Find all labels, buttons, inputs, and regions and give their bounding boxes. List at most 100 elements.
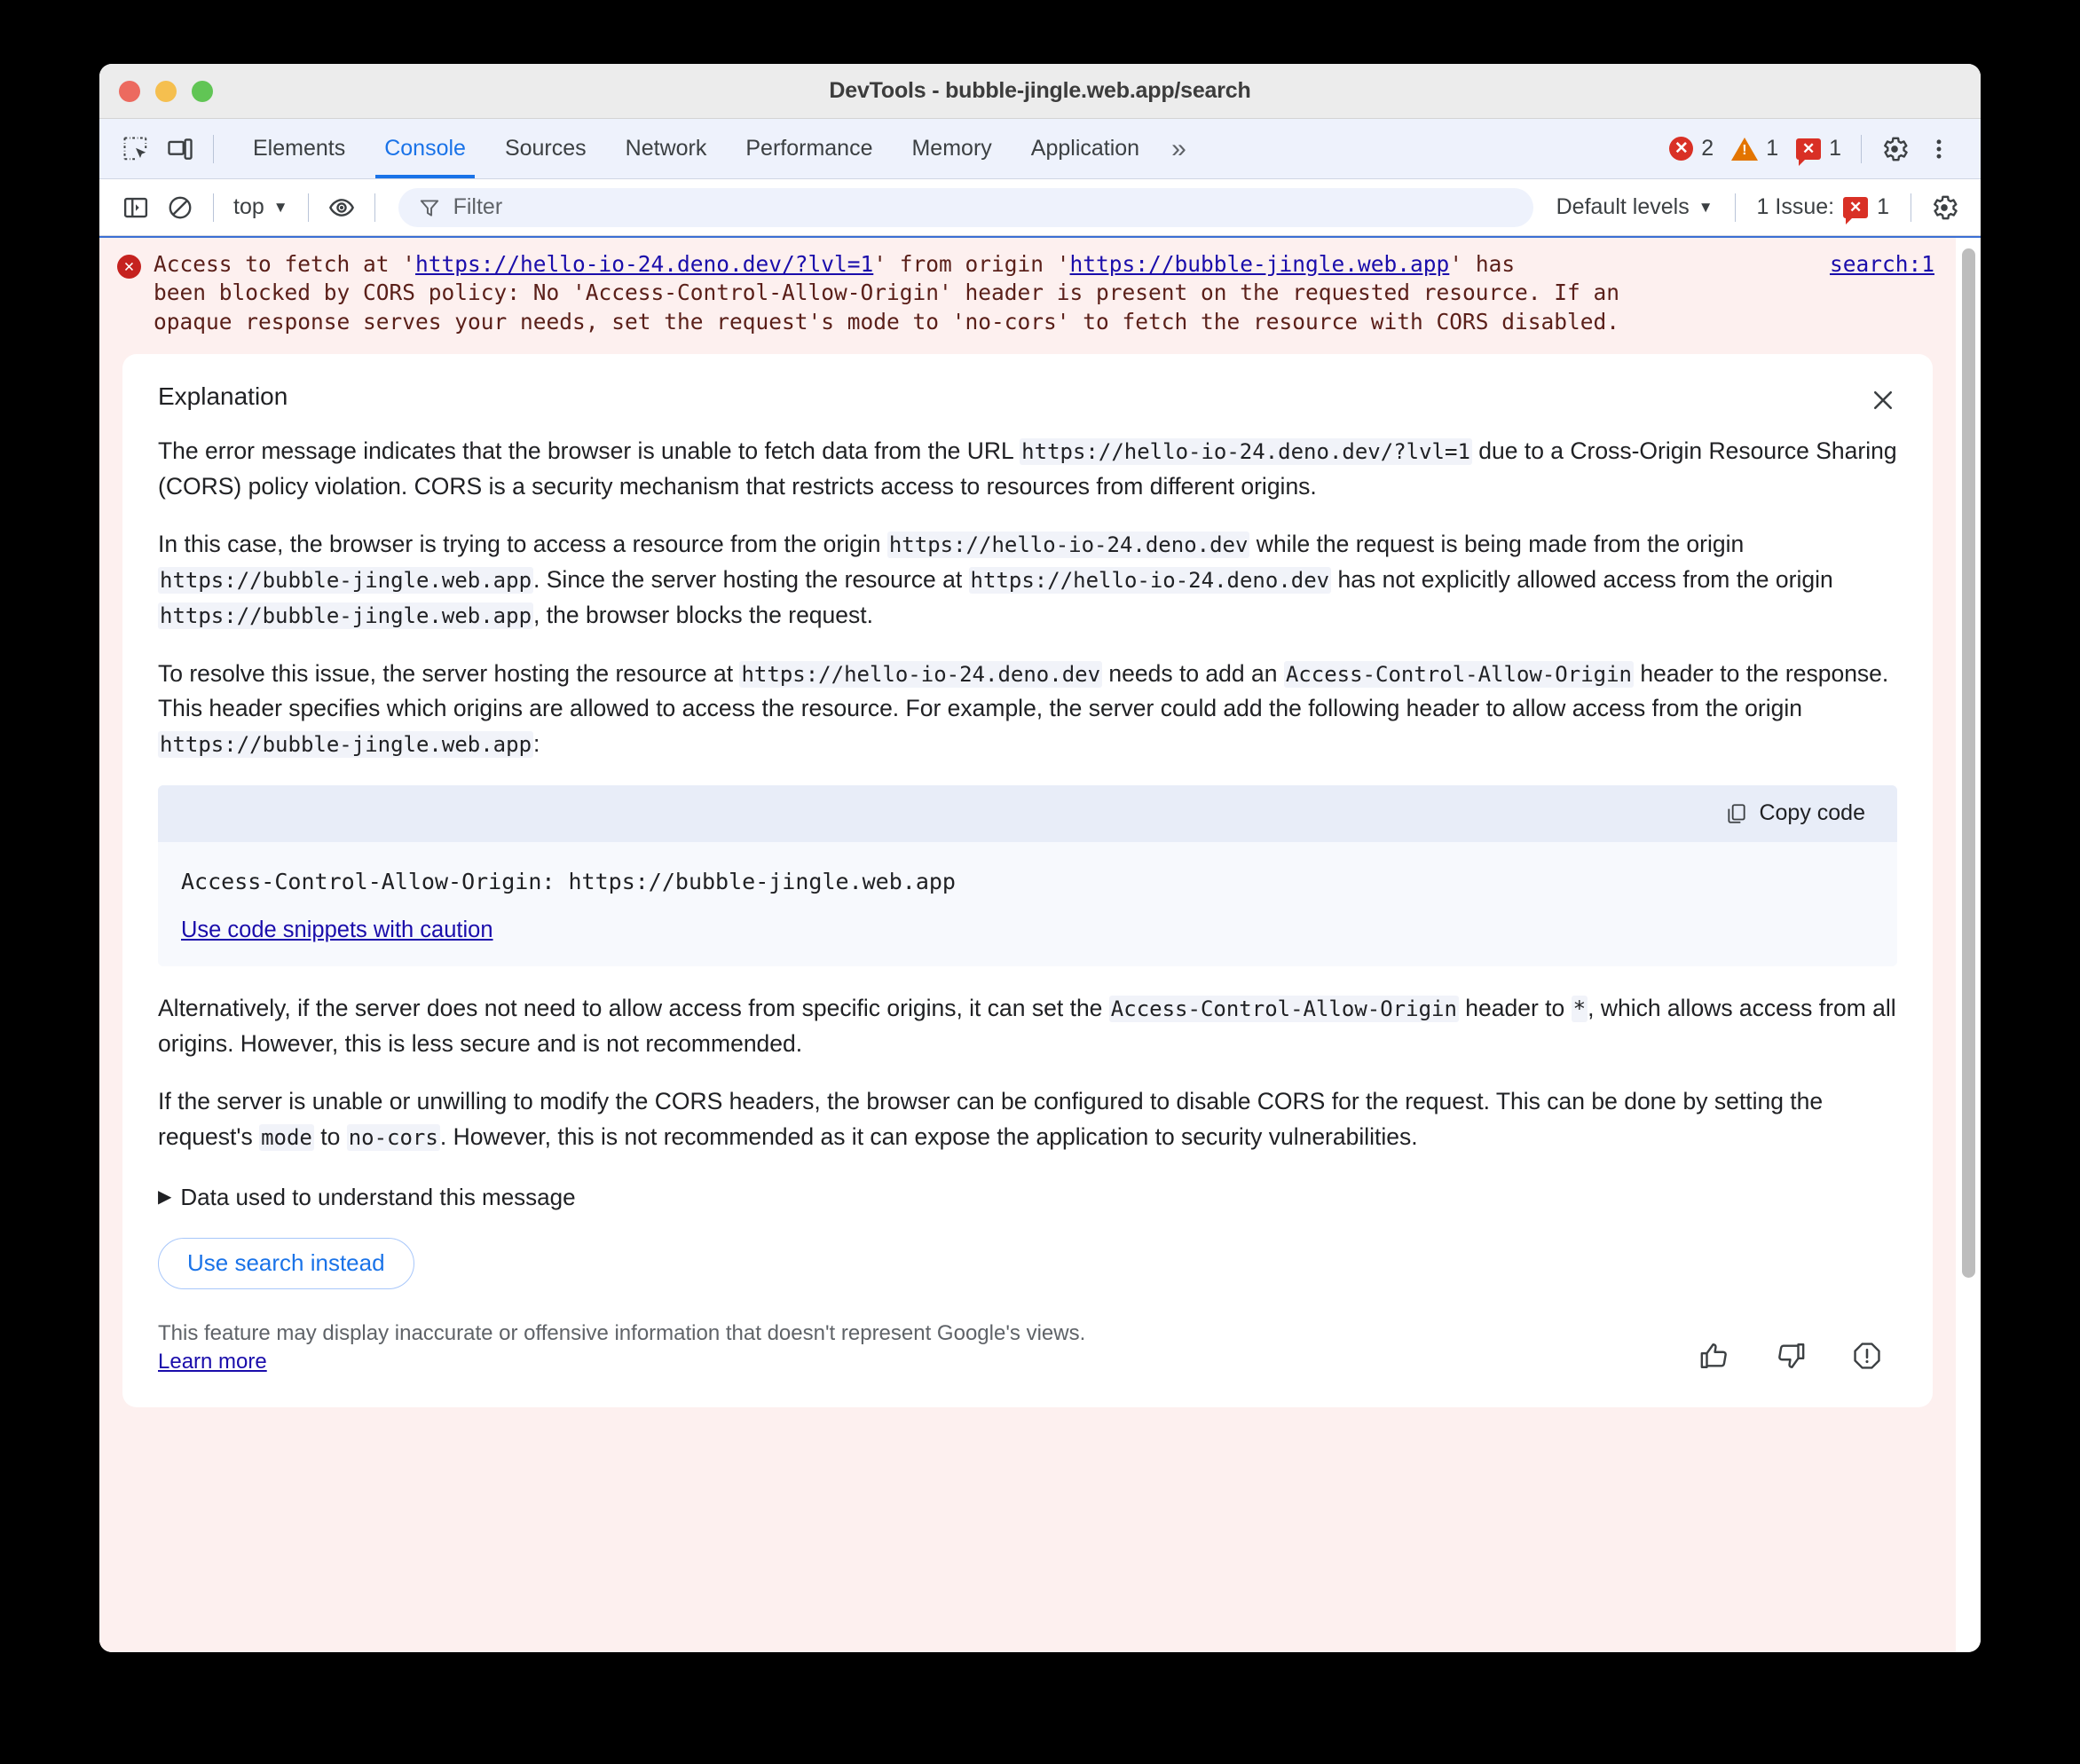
- error-line2: been blocked by CORS policy: No 'Access-…: [154, 280, 1620, 306]
- kebab-menu-icon[interactable]: [1917, 127, 1961, 171]
- p4-code-2: *: [1571, 995, 1588, 1022]
- p3-text-4: :: [533, 730, 540, 758]
- scrollbar-thumb[interactable]: [1962, 248, 1975, 1278]
- tab-sources[interactable]: Sources: [485, 119, 606, 178]
- use-search-instead-button[interactable]: Use search instead: [158, 1237, 414, 1289]
- warning-icon: [1731, 137, 1759, 161]
- explanation-paragraph-1: The error message indicates that the bro…: [158, 434, 1897, 505]
- code-block: Copy code Access-Control-Allow-Origin: h…: [158, 784, 1897, 966]
- console-error-text: Access to fetch at 'https://hello-io-24.…: [154, 250, 1940, 336]
- error-url-link-1[interactable]: https://hello-io-24.deno.dev/?lvl=1: [415, 251, 873, 277]
- issues-button[interactable]: 1 Issue: ✕ 1: [1746, 194, 1900, 224]
- data-used-label: Data used to understand this message: [180, 1183, 576, 1210]
- error-source-link[interactable]: search:1: [1830, 250, 1934, 279]
- inspect-element-icon[interactable]: [114, 127, 158, 171]
- issues-badge-count: 1: [1877, 194, 1889, 219]
- error-count-button[interactable]: ✕ 2: [1660, 136, 1722, 161]
- code-block-body: Access-Control-Allow-Origin: https://bub…: [158, 842, 1897, 966]
- warning-count-label: 1: [1766, 136, 1779, 161]
- p2-text-4: has not explicitly allowed access from t…: [1331, 566, 1833, 594]
- tab-performance[interactable]: Performance: [726, 119, 892, 178]
- explanation-paragraph-2: In this case, the browser is trying to a…: [158, 527, 1897, 633]
- console-sidebar-icon[interactable]: [114, 185, 158, 230]
- chevron-down-icon: ▼: [1698, 198, 1714, 216]
- report-icon[interactable]: [1846, 1335, 1888, 1377]
- console-settings-gear-icon[interactable]: [1922, 185, 1966, 230]
- p4-code-1: Access-Control-Allow-Origin: [1108, 995, 1459, 1022]
- p2-text-2: while the request is being made from the…: [1249, 531, 1745, 558]
- p1-code-1: https://hello-io-24.deno.dev/?lvl=1: [1020, 437, 1472, 465]
- disclaimer-body: This feature may display inaccurate or o…: [158, 1320, 1086, 1345]
- p2-code-2: https://bubble-jingle.web.app: [158, 567, 534, 595]
- clear-console-icon[interactable]: [158, 185, 202, 230]
- error-line3: opaque response serves your needs, set t…: [154, 308, 1620, 335]
- p5-text-3: . However, this is not recommended as it…: [439, 1123, 1418, 1151]
- issues-label: 1 Issue:: [1756, 194, 1835, 219]
- tab-elements[interactable]: Elements: [233, 119, 365, 178]
- console-toolbar-divider-2: [307, 193, 309, 222]
- tab-memory[interactable]: Memory: [892, 119, 1011, 178]
- console-scrollbar[interactable]: [1959, 243, 1977, 1647]
- learn-more-link[interactable]: Learn more: [158, 1350, 267, 1374]
- console-toolbar-divider-4: [1734, 193, 1736, 222]
- thumb-down-icon[interactable]: [1769, 1335, 1812, 1377]
- p5-text-2: to: [313, 1123, 347, 1151]
- p2-code-4: https://bubble-jingle.web.app: [158, 602, 534, 629]
- p2-text-5: , the browser blocks the request.: [533, 601, 874, 628]
- window-titlebar: DevTools - bubble-jingle.web.app/search: [99, 64, 1981, 119]
- p1-text-1: The error message indicates that the bro…: [158, 437, 1020, 464]
- device-toolbar-icon[interactable]: [158, 127, 202, 171]
- code-snippet: Access-Control-Allow-Origin: https://bub…: [181, 868, 956, 894]
- explanation-paragraph-4: Alternatively, if the server does not ne…: [158, 991, 1897, 1062]
- p2-text-3: . Since the server hosting the resource …: [533, 566, 969, 594]
- disclaimer-text: This feature may display inaccurate or o…: [158, 1319, 1134, 1377]
- live-expression-icon[interactable]: [319, 185, 364, 230]
- issue-count-button[interactable]: ✕ 1: [1787, 136, 1850, 166]
- feedback-icons: [1693, 1335, 1897, 1377]
- gear-icon[interactable]: [1872, 127, 1917, 171]
- p4-text-2: header to: [1458, 994, 1572, 1021]
- error-line1-part1: Access to fetch at ': [154, 251, 416, 277]
- filter-placeholder: Filter: [453, 194, 503, 219]
- devtools-window: DevTools - bubble-jingle.web.app/search …: [99, 64, 1981, 1652]
- error-url-link-2[interactable]: https://bubble-jingle.web.app: [1070, 251, 1450, 277]
- code-caution-link[interactable]: Use code snippets with caution: [181, 917, 493, 942]
- panel-tabs: Elements Console Sources Network Perform…: [233, 119, 1195, 178]
- console-body: ✕ Access to fetch at 'https://hello-io-2…: [99, 236, 1981, 1652]
- tabbar-status-group: ✕ 2 1 ✕ 1: [1660, 127, 1966, 171]
- console-scroll-area: ✕ Access to fetch at 'https://hello-io-2…: [99, 238, 1956, 1652]
- devtools-tabbar: Elements Console Sources Network Perform…: [99, 119, 1981, 179]
- data-used-disclosure[interactable]: ▶ Data used to understand this message: [158, 1184, 576, 1211]
- console-error-message[interactable]: ✕ Access to fetch at 'https://hello-io-2…: [99, 238, 1956, 345]
- console-toolbar-divider-3: [374, 193, 375, 222]
- error-count-label: 2: [1701, 136, 1714, 161]
- p3-text-2: needs to add an: [1102, 659, 1284, 687]
- p2-text-1: In this case, the browser is trying to a…: [158, 531, 887, 558]
- p2-code-3: https://hello-io-24.deno.dev: [968, 567, 1332, 595]
- tab-console[interactable]: Console: [365, 119, 485, 178]
- more-tabs-icon[interactable]: »: [1159, 134, 1195, 164]
- p3-code-2: Access-Control-Allow-Origin: [1283, 660, 1634, 688]
- copy-code-button[interactable]: Copy code: [1716, 795, 1874, 831]
- warning-count-button[interactable]: 1: [1722, 136, 1787, 161]
- search-input[interactable]: Filter: [398, 187, 1533, 227]
- thumb-up-icon[interactable]: [1693, 1335, 1736, 1377]
- error-icon: ✕: [117, 255, 141, 279]
- error-line1-part3: ' has: [1449, 251, 1516, 277]
- execution-context-selector[interactable]: top ▼: [225, 194, 297, 220]
- tab-network[interactable]: Network: [606, 119, 727, 178]
- copy-icon: [1728, 804, 1746, 823]
- close-icon[interactable]: [1863, 381, 1903, 420]
- issue-icon: ✕: [1796, 138, 1822, 166]
- log-levels-dropdown[interactable]: Default levels ▼: [1546, 194, 1724, 220]
- console-error-region: ✕ Access to fetch at 'https://hello-io-2…: [99, 238, 1956, 1652]
- p3-code-1: https://hello-io-24.deno.dev: [739, 660, 1103, 688]
- explanation-footer: This feature may display inaccurate or o…: [158, 1319, 1897, 1377]
- console-toolbar-divider-1: [213, 193, 214, 222]
- explanation-paragraph-3: To resolve this issue, the server hostin…: [158, 657, 1897, 762]
- explanation-paragraph-5: If the server is unable or unwilling to …: [158, 1084, 1897, 1155]
- log-levels-label: Default levels: [1556, 194, 1690, 219]
- tab-application[interactable]: Application: [1012, 119, 1159, 178]
- issue-icon: ✕: [1843, 196, 1869, 224]
- p5-code-2: no-cors: [346, 1124, 440, 1152]
